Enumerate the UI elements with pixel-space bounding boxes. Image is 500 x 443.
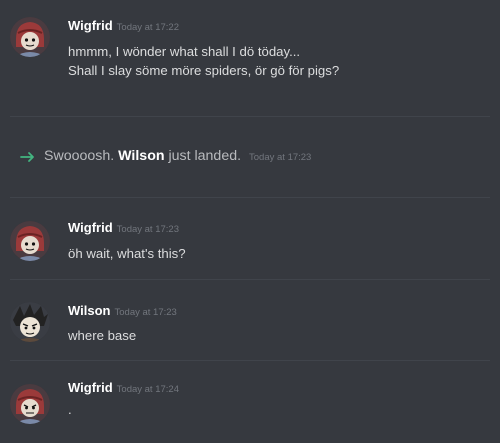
- message-content: öh wait, what's this?: [68, 244, 186, 263]
- arrow-right-icon: [20, 152, 34, 162]
- wigfrid-avatar-icon[interactable]: [10, 221, 50, 261]
- username[interactable]: Wigfrid: [68, 18, 113, 33]
- system-message-text: Swoooosh. Wilson just landed. Today at 1…: [44, 148, 311, 164]
- message-header: Wigfrid Today at 17:23: [68, 219, 179, 237]
- message-divider: [10, 360, 490, 361]
- system-message-prefix: Swoooosh.: [44, 148, 115, 164]
- chat-messages: Wigfrid Today at 17:22 hmmm, I wönder wha…: [0, 0, 500, 443]
- message-content: .: [68, 400, 72, 419]
- system-message-user[interactable]: Wilson: [118, 148, 164, 164]
- wigfrid-avatar-icon[interactable]: [10, 17, 50, 57]
- username[interactable]: Wigfrid: [68, 380, 113, 395]
- system-message-suffix: just landed.: [168, 148, 242, 164]
- message-divider: [10, 197, 490, 198]
- wilson-avatar-icon[interactable]: [10, 302, 50, 342]
- message-line: where base: [68, 328, 137, 343]
- message-header: Wilson Today at 17:23: [68, 302, 177, 320]
- username[interactable]: Wigfrid: [68, 220, 113, 235]
- message-header: Wigfrid Today at 17:22: [68, 17, 179, 35]
- timestamp: Today at 17:24: [116, 384, 179, 395]
- message-line: öh wait, what's this?: [68, 246, 186, 261]
- wigfrid-avatar-icon[interactable]: [10, 384, 50, 424]
- timestamp: Today at 17:23: [114, 307, 177, 318]
- message-line: Shall I slay söme möre spiders, ör gö fö…: [68, 63, 340, 78]
- timestamp: Today at 17:22: [116, 22, 179, 33]
- timestamp: Today at 17:23: [249, 152, 312, 163]
- message-divider: [10, 116, 490, 117]
- system-message: Swoooosh. Wilson just landed. Today at 1…: [0, 148, 500, 170]
- message-line: hmmm, I wönder what shall I dö töday...: [68, 44, 301, 59]
- message-line: .: [68, 402, 72, 417]
- message-content: hmmm, I wönder what shall I dö töday... …: [68, 42, 339, 80]
- username[interactable]: Wilson: [68, 303, 111, 318]
- timestamp: Today at 17:23: [116, 224, 179, 235]
- message-content: where base: [68, 326, 136, 345]
- message-divider: [10, 279, 490, 280]
- message-header: Wigfrid Today at 17:24: [68, 379, 179, 397]
